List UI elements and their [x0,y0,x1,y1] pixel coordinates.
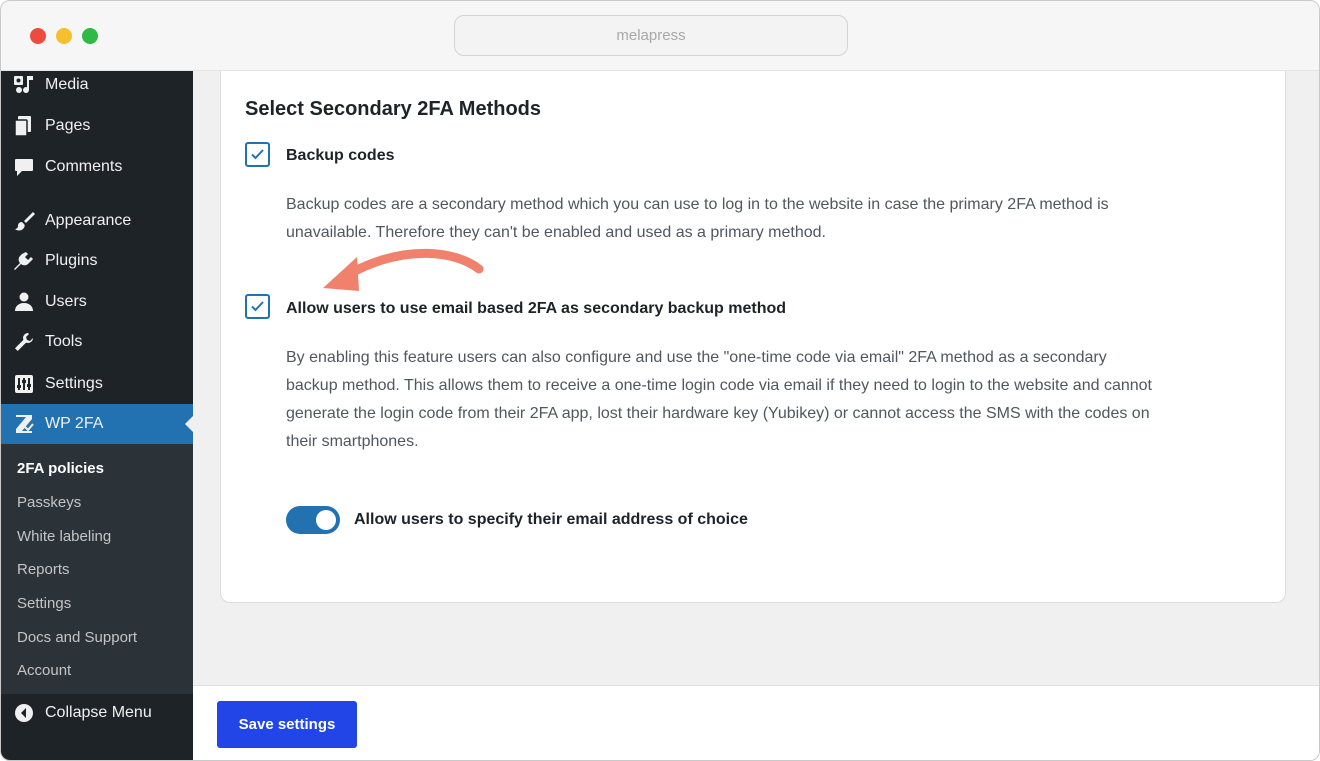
plugins-icon [14,252,33,270]
collapse-arrow-icon [15,704,33,722]
users-icon [15,292,33,311]
sidebar-item-plugins[interactable]: Plugins [1,241,193,281]
submenu-item-docs-support[interactable]: Docs and Support [17,629,137,646]
settings-card: Select Secondary 2FA Methods Backup code… [220,71,1286,603]
description-line: their smartphones. [286,433,419,450]
save-settings-button[interactable]: Save settings [217,701,357,748]
backup-codes-description: Backup codes are a secondary method whic… [286,191,1109,247]
title-bar: melapress [1,1,1319,71]
appearance-icon [15,212,35,231]
sidebar-item-label: Tools [45,333,83,350]
settings-icon [15,375,33,393]
sidebar-item-appearance[interactable]: Appearance [1,201,193,241]
toggle-knob [316,510,336,530]
admin-sidebar: Media Pages Comments Appearance Plugins … [1,71,193,760]
tools-icon [15,333,33,351]
sidebar-item-tools[interactable]: Tools [1,322,193,362]
maximize-window-button[interactable] [82,28,98,44]
submenu-item-account[interactable]: Account [17,662,71,679]
description-line: backup method. This allows them to recei… [286,377,1152,394]
checkmark-icon [251,149,264,160]
submenu-item-settings[interactable]: Settings [17,595,71,612]
sidebar-item-wp-2fa[interactable]: WP 2FA [1,404,193,444]
sidebar-item-label: Plugins [45,252,98,269]
minimize-window-button[interactable] [56,28,72,44]
sidebar-item-label: Users [45,293,87,310]
sidebar-item-label: WP 2FA [45,415,104,432]
submenu-item-2fa-policies[interactable]: 2FA policies [17,460,104,477]
address-bar[interactable]: melapress [454,15,848,56]
sidebar-item-settings[interactable]: Settings [1,364,193,404]
backup-codes-label: Backup codes [286,147,395,164]
sidebar-item-label: Media [45,76,89,93]
collapse-menu-button[interactable]: Collapse Menu [1,693,193,733]
sidebar-item-users[interactable]: Users [1,282,193,322]
wp2fa-icon [16,415,34,433]
wp2fa-submenu: 2FA policies Passkeys White labeling Rep… [1,444,193,694]
checkmark-icon [251,301,264,312]
sidebar-item-label: Comments [45,158,123,175]
address-text: melapress [616,27,686,44]
section-heading: Select Secondary 2FA Methods [245,98,542,120]
comments-icon [15,159,33,176]
browser-window: melapress Media Pages Comments Appearanc… [0,0,1320,761]
sidebar-item-label: Pages [45,117,91,134]
submenu-item-passkeys[interactable]: Passkeys [17,494,81,511]
backup-codes-checkbox[interactable] [245,142,270,167]
submenu-item-white-labeling[interactable]: White labeling [17,528,111,545]
sidebar-item-pages[interactable]: Pages [1,106,193,146]
email-backup-description: By enabling this feature users can also … [286,344,1152,456]
sidebar-item-comments[interactable]: Comments [1,147,193,187]
media-icon [14,76,33,94]
pages-icon [14,116,31,137]
description-line: unavailable. Therefore they can't be ena… [286,224,826,241]
email-choice-toggle[interactable] [286,506,340,534]
email-backup-checkbox[interactable] [245,294,270,319]
description-line: By enabling this feature users can also … [286,349,1107,366]
footer-bar: Save settings [193,685,1319,760]
close-window-button[interactable] [30,28,46,44]
sidebar-item-label: Settings [45,375,103,392]
description-line: generate the login code from their 2FA a… [286,405,1150,422]
email-choice-label: Allow users to specify their email addre… [354,511,748,528]
submenu-item-reports[interactable]: Reports [17,561,70,578]
description-line: Backup codes are a secondary method whic… [286,196,1109,213]
sidebar-item-label: Appearance [45,212,132,229]
collapse-menu-label: Collapse Menu [45,704,152,721]
email-backup-label: Allow users to use email based 2FA as se… [286,300,787,317]
sidebar-item-media[interactable]: Media [1,65,193,105]
